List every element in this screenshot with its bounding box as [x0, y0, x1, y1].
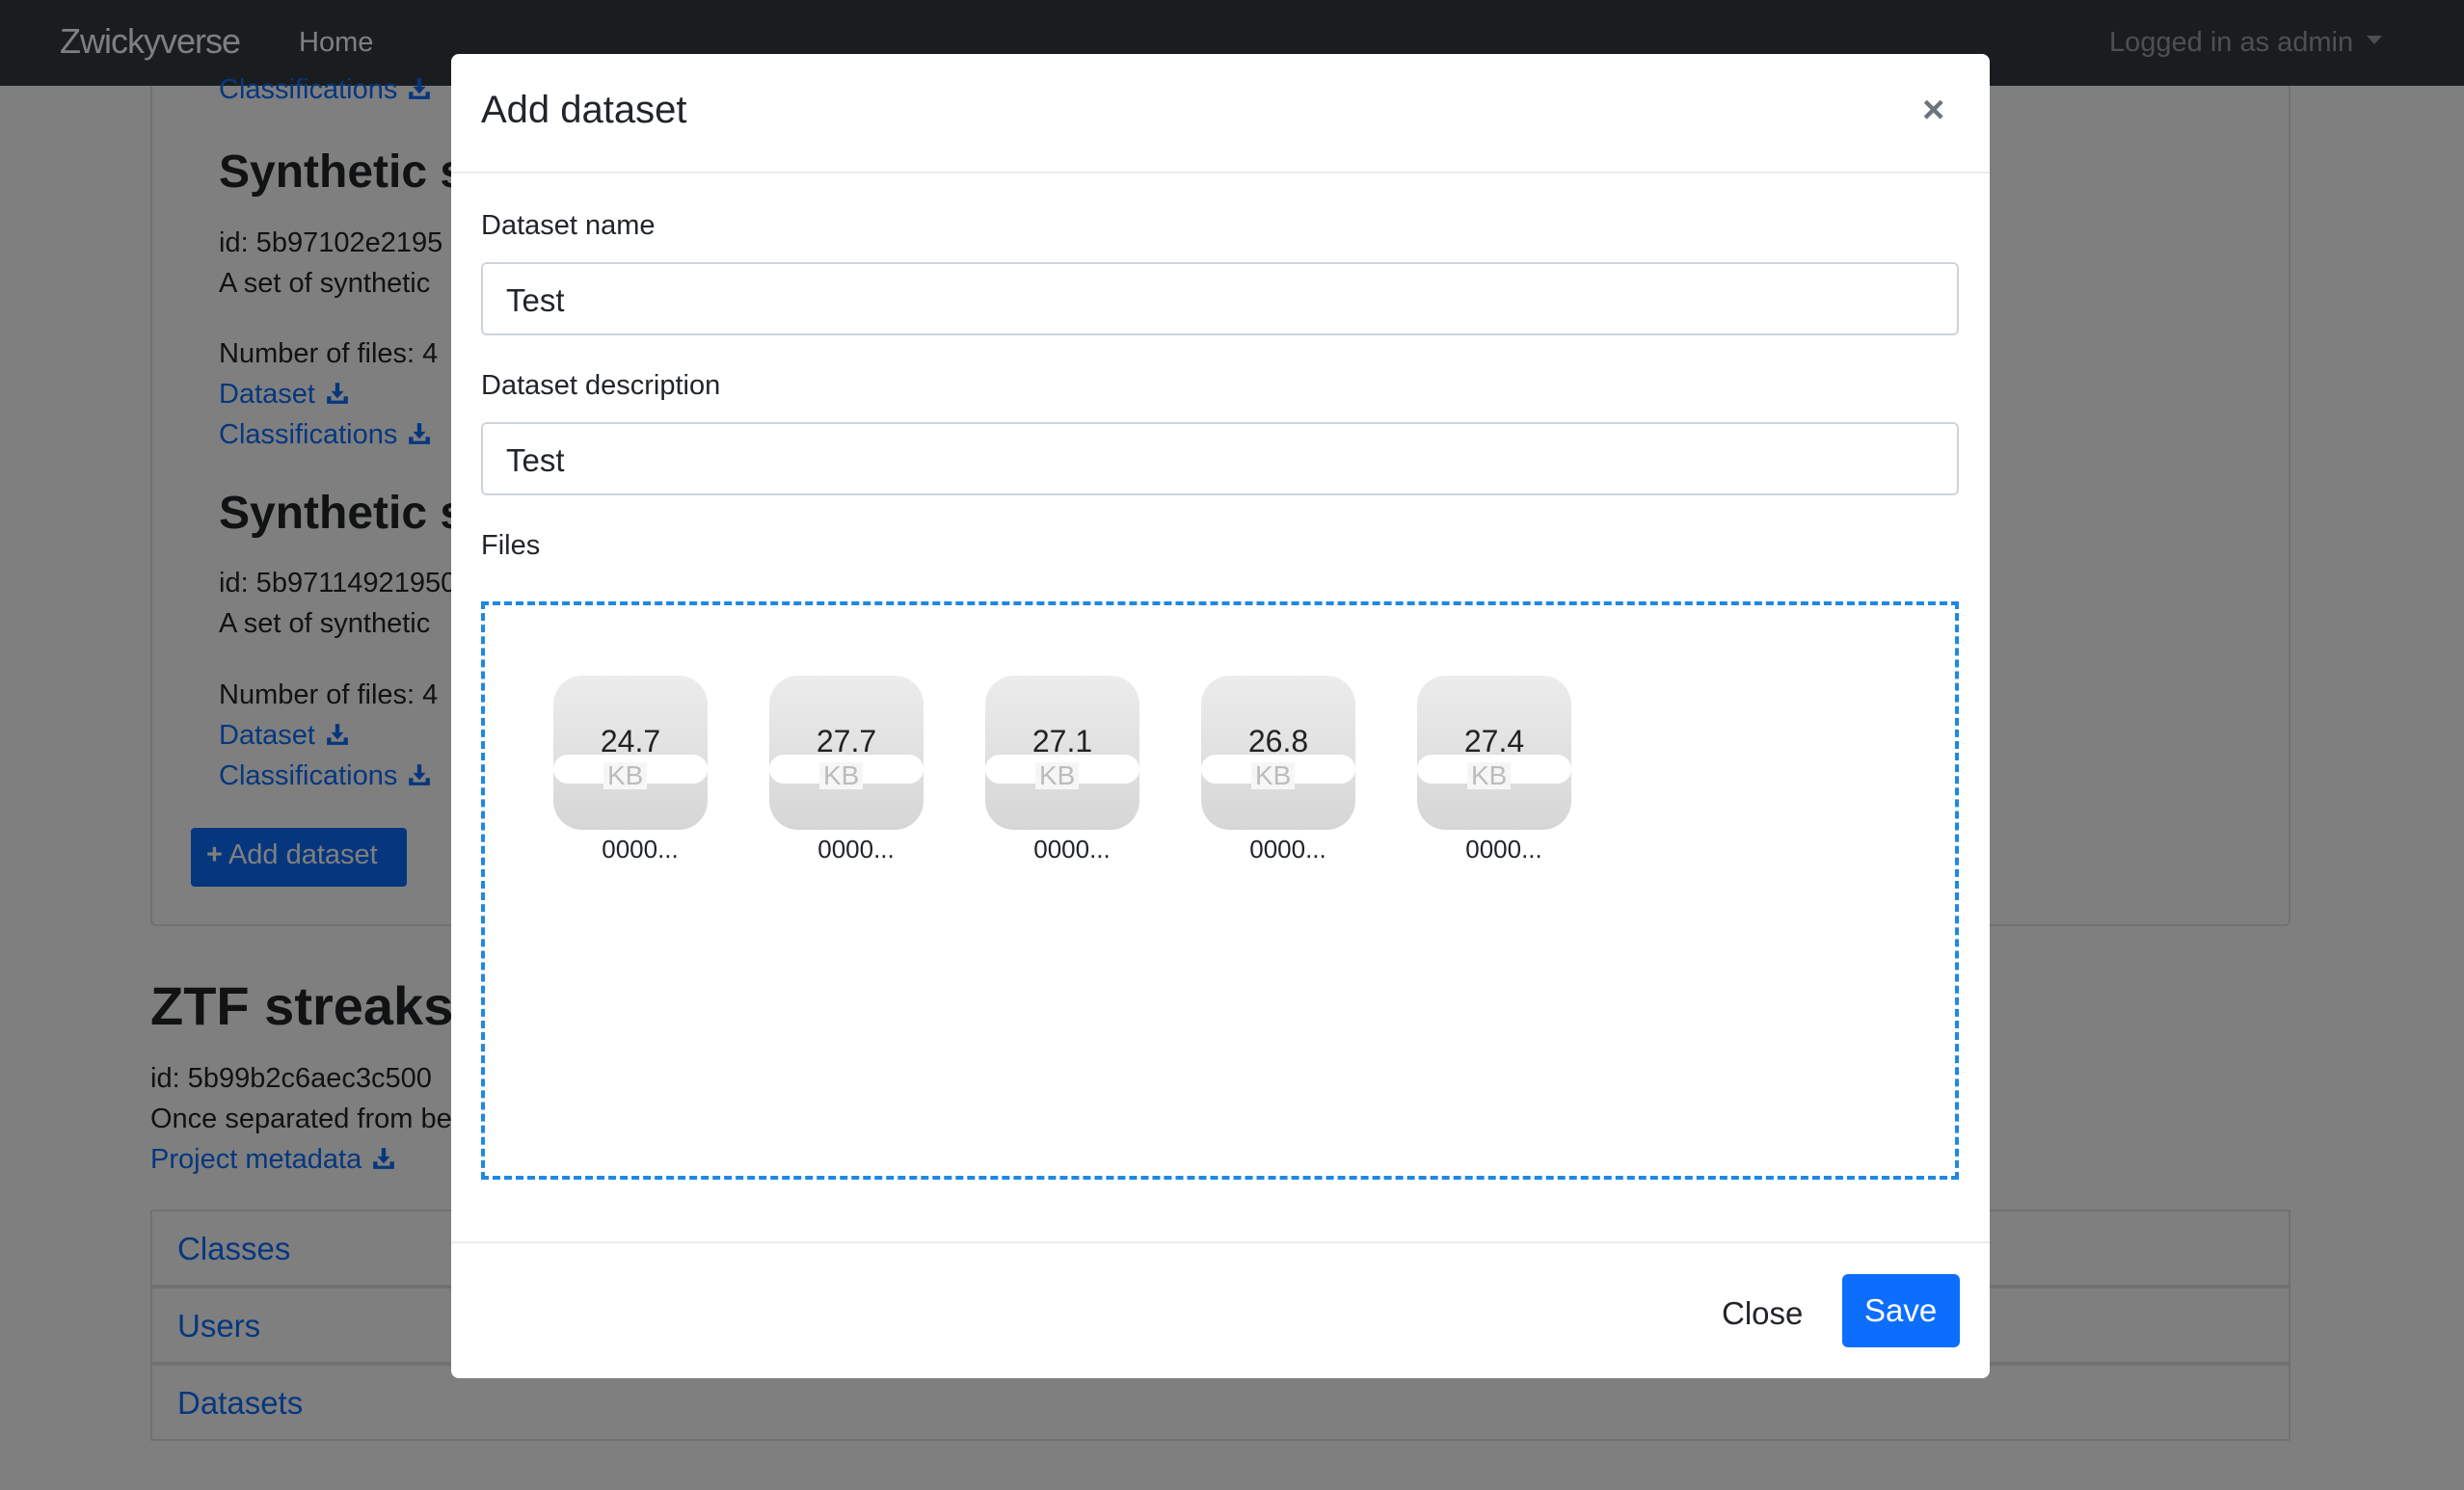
file-name: 0000... — [602, 835, 679, 864]
file-size-unit: KB — [819, 762, 864, 789]
file-dropzone[interactable]: KB 24.7 0000... KB 27.7 0000... KB 27.1 … — [481, 601, 1959, 1180]
close-icon[interactable]: × — [1922, 91, 1944, 129]
dataset-description-input[interactable]: Test — [481, 422, 1959, 495]
modal-title: Add dataset — [481, 89, 687, 131]
modal-footer: Close Save — [451, 1241, 1990, 1378]
file-name: 0000... — [1249, 835, 1326, 864]
file-name: 0000... — [1465, 835, 1542, 864]
file-size-unit: KB — [1035, 762, 1080, 789]
save-button[interactable]: Save — [1842, 1274, 1960, 1347]
file-size: 27.1 — [1031, 724, 1093, 758]
files-label: Files — [481, 530, 541, 561]
file-size: 24.7 — [600, 724, 661, 758]
close-button[interactable]: Close — [1722, 1295, 1803, 1332]
file-size-unit: KB — [603, 762, 648, 789]
file-name: 0000... — [817, 835, 895, 864]
modal-header: Add dataset × — [451, 54, 1990, 173]
dataset-name-input[interactable]: Test — [481, 262, 1959, 335]
file-size: 27.7 — [816, 724, 877, 758]
file-size-unit: KB — [1467, 762, 1512, 789]
file-name: 0000... — [1033, 835, 1111, 864]
file-size: 26.8 — [1247, 724, 1309, 758]
file-size-unit: KB — [1251, 762, 1296, 789]
file-size: 27.4 — [1463, 724, 1525, 758]
add-dataset-modal: Add dataset × Dataset name Test Dataset … — [451, 54, 1990, 1378]
dataset-name-label: Dataset name — [481, 210, 656, 241]
dataset-description-label: Dataset description — [481, 370, 721, 401]
